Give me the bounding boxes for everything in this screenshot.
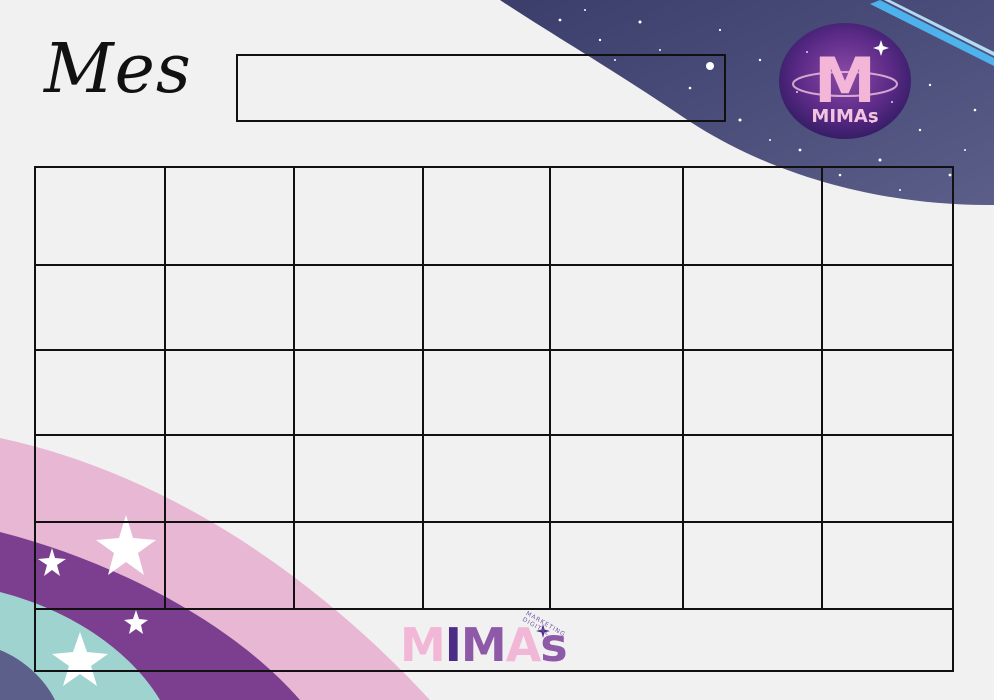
page-title: Mes	[44, 30, 192, 109]
calendar-cell[interactable]	[823, 436, 952, 521]
calendar-week-row-5	[36, 523, 952, 610]
calendar-cell[interactable]	[36, 523, 166, 608]
calendar-cell[interactable]	[424, 351, 551, 434]
calendar-week-row-2	[36, 266, 952, 351]
calendar-cell[interactable]	[551, 351, 684, 434]
calendar-cell[interactable]	[295, 168, 424, 264]
calendar-cell[interactable]	[36, 351, 166, 434]
calendar-cell[interactable]	[166, 266, 295, 349]
calendar-cell[interactable]	[684, 436, 823, 521]
calendar-cell[interactable]	[551, 266, 684, 349]
calendar-cell[interactable]	[36, 436, 166, 521]
calendar-grid	[34, 166, 954, 672]
calendar-week-row-1	[36, 168, 952, 266]
calendar-week-row-3	[36, 351, 952, 436]
footer-letter-i: I	[444, 618, 462, 672]
calendar-cell[interactable]	[684, 523, 823, 608]
calendar-cell[interactable]	[551, 168, 684, 264]
calendar-cell[interactable]	[295, 351, 424, 434]
calendar-cell[interactable]	[166, 523, 295, 608]
calendar-cell[interactable]	[166, 168, 295, 264]
calendar-page: Mes M MIMAs MIMAs MARKETING DIGITAL	[0, 0, 994, 700]
calendar-cell[interactable]	[295, 523, 424, 608]
calendar-cell[interactable]	[295, 436, 424, 521]
calendar-cell[interactable]	[684, 351, 823, 434]
footer-letter-m2: M	[460, 618, 507, 672]
calendar-week-row-4	[36, 436, 952, 523]
calendar-cell[interactable]	[551, 436, 684, 521]
footer-brand-logo: MIMAs MARKETING DIGITAL	[400, 610, 590, 676]
footer-letter-m1: M	[400, 618, 446, 672]
calendar-cell[interactable]	[823, 523, 952, 608]
calendar-cell[interactable]	[424, 436, 551, 521]
calendar-cell[interactable]	[424, 523, 551, 608]
calendar-cell[interactable]	[295, 266, 424, 349]
brand-badge-name: MIMAs	[811, 106, 879, 127]
calendar-cell[interactable]	[823, 168, 952, 264]
calendar-cell[interactable]	[551, 523, 684, 608]
calendar-cell[interactable]	[36, 266, 166, 349]
brand-badge: M MIMAs	[777, 22, 913, 140]
calendar-cell[interactable]	[684, 168, 823, 264]
calendar-cell[interactable]	[166, 351, 295, 434]
month-input-box[interactable]	[236, 54, 726, 122]
calendar-cell[interactable]	[823, 351, 952, 434]
calendar-cell[interactable]	[424, 266, 551, 349]
calendar-cell[interactable]	[424, 168, 551, 264]
calendar-cell[interactable]	[823, 266, 952, 349]
calendar-cell[interactable]	[166, 436, 295, 521]
calendar-cell[interactable]	[36, 168, 166, 264]
calendar-cell[interactable]	[684, 266, 823, 349]
